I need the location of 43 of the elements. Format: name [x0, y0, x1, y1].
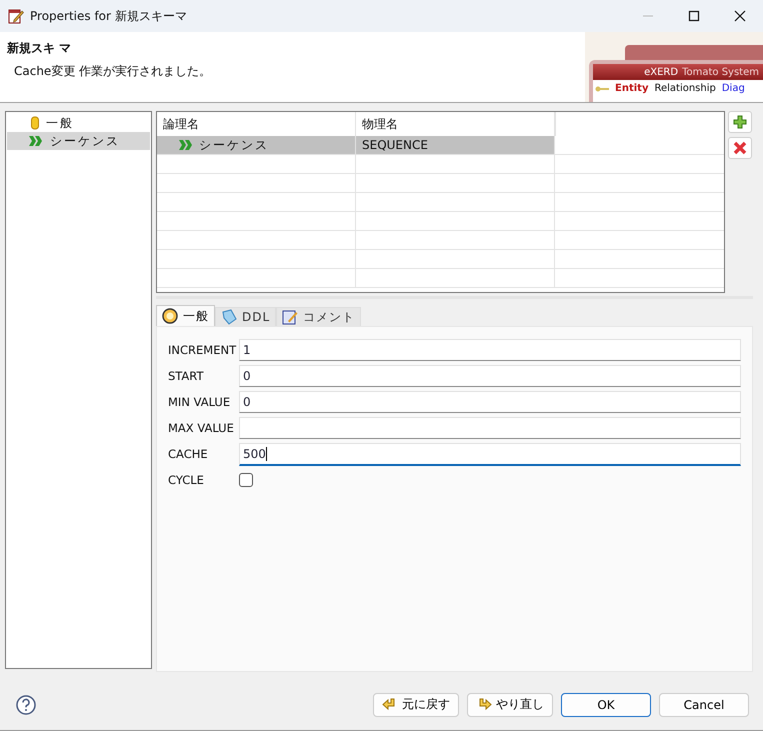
window-title: Properties for 新規スキーマ — [30, 8, 188, 24]
input-field[interactable]: 0 — [239, 365, 741, 387]
field-label: CACHE — [168, 447, 209, 461]
table-cell: SEQUENCE — [362, 138, 428, 152]
input-field[interactable]: 1 — [239, 339, 741, 361]
cross-icon — [733, 141, 747, 155]
table-cell: シーケンス — [199, 136, 269, 154]
cylinder-icon — [31, 116, 39, 130]
chevrons-icon — [179, 140, 193, 150]
help-icon[interactable] — [16, 694, 36, 714]
key-icon — [595, 84, 609, 92]
status-message: Cache変更 作業が実行されました。 — [13, 63, 212, 80]
banner-subtitle: Tomato System — [682, 66, 759, 78]
banner-label: Diag — [722, 83, 745, 94]
add-button[interactable] — [728, 111, 752, 133]
input-field[interactable]: 500 — [239, 442, 741, 466]
tree-item[interactable]: シーケンス — [7, 132, 150, 150]
tree-item[interactable]: 一般 — [7, 114, 150, 132]
banner-label: Relationship — [654, 83, 716, 94]
tab[interactable]: DDL — [215, 307, 276, 326]
chevrons-icon — [29, 136, 43, 146]
plus-icon — [733, 115, 747, 129]
field-label: INCREMENT — [168, 343, 238, 357]
field-label: MAX VALUE — [168, 421, 235, 435]
delete-button[interactable] — [728, 137, 752, 159]
table-row[interactable]: シーケンス SEQUENCE — [157, 136, 724, 155]
field-label: MIN VALUE — [168, 395, 232, 409]
input-field[interactable] — [239, 417, 741, 439]
dialog-button[interactable]: OK — [561, 692, 651, 716]
notepad-pencil-icon — [8, 8, 24, 24]
field-label: CYCLE — [168, 473, 205, 487]
dialog-button[interactable]: 元に戻す — [373, 692, 459, 716]
input-field[interactable]: 0 — [239, 391, 741, 413]
notepad-pencil-icon — [282, 309, 298, 325]
dialog-button[interactable]: Cancel — [659, 692, 749, 716]
page-title: 新規スキ マ — [7, 40, 72, 57]
banner-label: Entity — [615, 83, 648, 94]
tab[interactable]: コメント — [276, 307, 362, 326]
field-label: START — [168, 369, 204, 383]
dialog-button[interactable]: やり直し — [467, 692, 553, 716]
tab[interactable]: 一般 — [156, 305, 215, 326]
banner-title: eXERD — [644, 66, 678, 78]
checkbox[interactable] — [239, 473, 253, 487]
